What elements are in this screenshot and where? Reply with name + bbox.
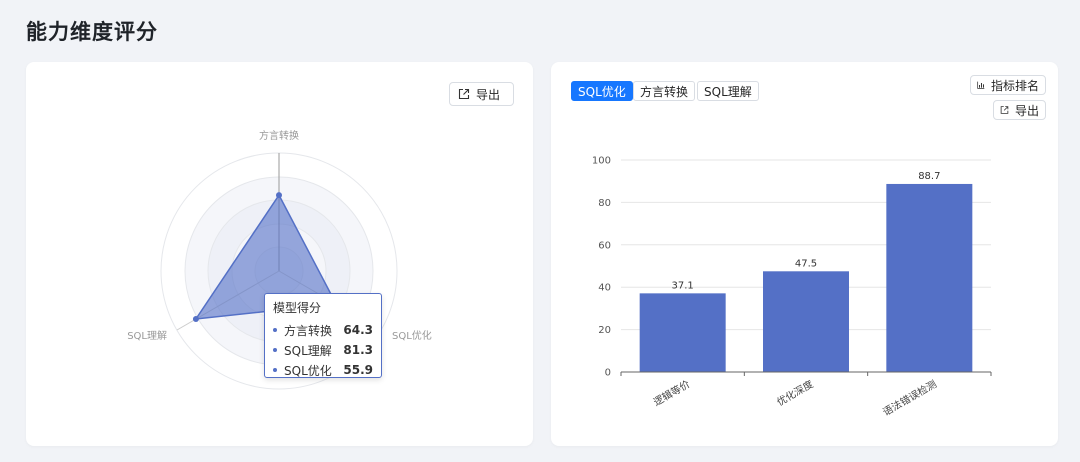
bar (763, 271, 849, 372)
bar-chart: 0 20 40 60 80 100 37.1 47.5 88.7 逻辑等价 优化深度 语法错误检测 (592, 156, 992, 419)
radar-indicator-label: 方言转换 (259, 129, 299, 142)
y-tick-label: 20 (598, 325, 611, 336)
tooltip-row-name: SQL理解 (284, 343, 332, 358)
x-tick-label: 逻辑等价 (651, 377, 692, 408)
tooltip-row: SQL理解 81.3 (273, 340, 373, 360)
radar-point (276, 192, 282, 199)
y-tick-label: 100 (592, 156, 611, 167)
bar-value-label: 47.5 (795, 258, 817, 269)
bar-value-label: 37.1 (672, 280, 694, 291)
series-dot (273, 348, 277, 352)
tooltip-row-value: 64.3 (343, 323, 373, 337)
tooltip-row-value: 81.3 (343, 343, 373, 357)
page-title: 能力维度评分 (26, 20, 158, 44)
bar (639, 293, 726, 372)
radar-point (192, 315, 199, 322)
y-tick-label: 80 (598, 198, 611, 209)
radar-chart-card: 导出 方言转换 SQL优化 SQL理解 模型得分 方言转换 64.3 SQL理解… (26, 62, 533, 446)
bar-chart-card: SQL优化 方言转换 SQL理解 指标排名 导出 0 20 40 60 80 100 37… (551, 62, 1058, 446)
x-tick-label: 优化深度 (774, 377, 815, 408)
radar-indicator-label: SQL理解 (127, 329, 167, 342)
x-tick-label: 语法错误检测 (880, 377, 938, 418)
tooltip-row: 方言转换 64.3 (273, 320, 373, 340)
bar-value-label: 88.7 (918, 171, 940, 182)
tooltip-title: 模型得分 (273, 301, 322, 315)
bar (886, 183, 973, 372)
y-tick-label: 40 (598, 283, 611, 294)
tooltip-row-name: 方言转换 (284, 323, 333, 338)
series-dot (273, 368, 277, 372)
tooltip-row-value: 55.9 (343, 363, 373, 377)
radar-tooltip: 模型得分 方言转换 64.3 SQL理解 81.3 SQL优化 55.9 (264, 293, 382, 378)
radar-chart: 方言转换 SQL优化 SQL理解 (127, 129, 432, 390)
tooltip-row-name: SQL优化 (284, 363, 332, 378)
series-dot (273, 328, 277, 332)
tooltip-row: SQL优化 55.9 (273, 360, 373, 380)
y-tick-label: 60 (598, 240, 611, 251)
y-tick-label: 0 (605, 368, 611, 379)
radar-indicator-label: SQL优化 (392, 329, 432, 342)
